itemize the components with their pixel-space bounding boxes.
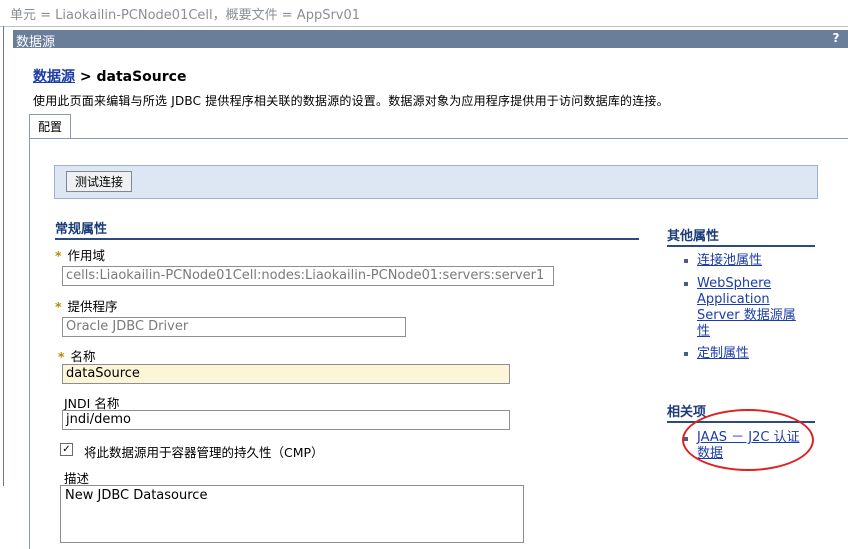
provider-label-row: * 提供程序 xyxy=(55,296,118,315)
panel-header: 数据源 ? xyxy=(13,30,848,50)
panel-title: 数据源 xyxy=(16,35,56,50)
scope-label-row: * 作用域 xyxy=(55,245,105,264)
description-textarea[interactable]: New JDBC Datasource xyxy=(60,485,524,543)
custom-properties-link[interactable]: 定制属性 xyxy=(697,346,807,362)
help-icon[interactable]: ? xyxy=(828,30,844,47)
tab-configuration[interactable]: 配置 xyxy=(29,114,71,139)
websphere-datasource-props-link[interactable]: WebSphere Application Server 数据源属性 xyxy=(697,276,807,340)
required-marker: * xyxy=(58,349,65,364)
bullet-icon xyxy=(684,259,688,263)
connection-pool-link[interactable]: 连接池属性 xyxy=(697,253,807,269)
page-description: 使用此页面来编辑与所选 JDBC 提供程序相关联的数据源的设置。数据源对象为应用… xyxy=(33,94,669,108)
breadcrumb-separator: > xyxy=(75,69,97,85)
provider-field: Oracle JDBC Driver xyxy=(62,317,406,337)
required-marker: * xyxy=(55,299,62,314)
scope-label: 作用域 xyxy=(67,248,106,263)
breadcrumb-current: dataSource xyxy=(96,69,187,85)
other-properties-heading: 其他属性 xyxy=(667,225,815,247)
test-connection-button[interactable]: 测试连接 xyxy=(66,171,133,192)
breadcrumb-link-datasources[interactable]: 数据源 xyxy=(33,69,75,85)
cmp-checkbox[interactable]: ✓ xyxy=(60,443,73,456)
bullet-icon xyxy=(684,352,688,356)
breadcrumb: 数据源 > dataSource xyxy=(33,66,186,86)
name-input[interactable]: dataSource xyxy=(62,364,510,384)
provider-label: 提供程序 xyxy=(67,299,118,314)
required-marker: * xyxy=(55,248,62,263)
general-properties-heading: 常规属性 xyxy=(55,218,639,240)
cmp-checkbox-label: 将此数据源用于容器管理的持久性（CMP） xyxy=(84,445,324,460)
scope-bar: 单元 = Liaokailin-PCNode01Cell，概要文件 = AppS… xyxy=(0,0,848,27)
bullet-icon xyxy=(684,282,688,286)
scope-field: cells:Liaokailin-PCNode01Cell:nodes:Liao… xyxy=(62,266,554,286)
highlight-annotation xyxy=(682,409,814,471)
button-bar: 测试连接 xyxy=(54,165,818,199)
name-label: 名称 xyxy=(70,349,96,364)
name-label-row: * 名称 xyxy=(58,346,96,365)
jndi-name-input[interactable]: jndi/demo xyxy=(62,410,510,430)
scope-text: 单元 = Liaokailin-PCNode01Cell，概要文件 = AppS… xyxy=(10,8,361,23)
left-divider xyxy=(3,26,4,486)
